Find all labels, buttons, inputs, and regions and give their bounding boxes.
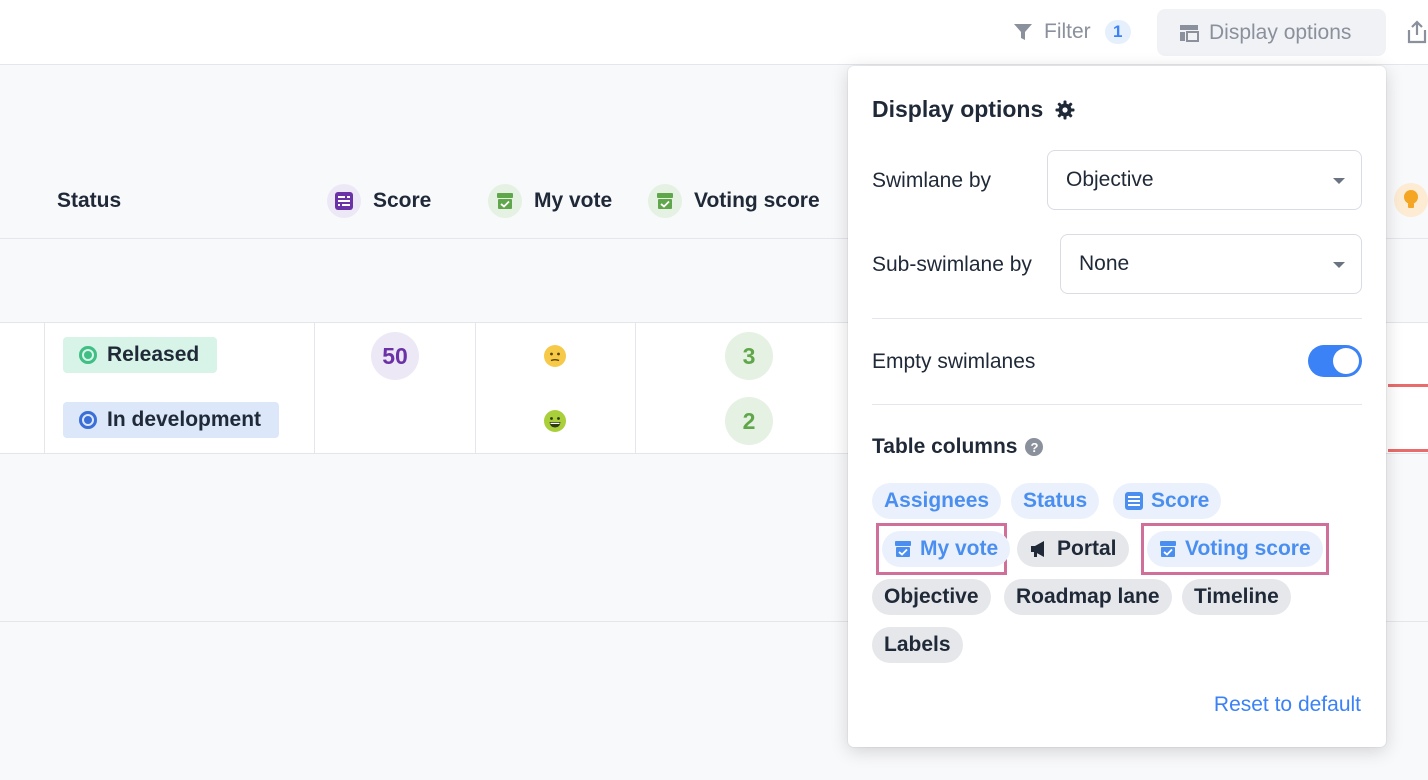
grinning-face-icon bbox=[544, 410, 566, 432]
chip-voting-score[interactable]: Voting score bbox=[1147, 531, 1323, 567]
chip-assignees[interactable]: Assignees bbox=[872, 483, 1002, 519]
share-button[interactable] bbox=[1406, 18, 1428, 46]
filter-label: Filter bbox=[1044, 20, 1091, 43]
cell-divider bbox=[635, 323, 636, 388]
divider bbox=[872, 318, 1362, 319]
sub-swimlane-by-value: None bbox=[1079, 252, 1130, 275]
status-badge[interactable]: In development bbox=[63, 402, 280, 438]
column-header-my-vote[interactable]: My vote bbox=[488, 181, 612, 221]
chip-labels[interactable]: Labels bbox=[872, 627, 963, 663]
chip-label: Labels bbox=[884, 633, 951, 656]
chip-label: Portal bbox=[1057, 537, 1117, 560]
status-in-development-icon bbox=[79, 411, 97, 429]
empty-swimlanes-toggle[interactable] bbox=[1308, 345, 1362, 377]
layout-icon bbox=[1180, 24, 1199, 42]
chip-portal[interactable]: Portal bbox=[1017, 531, 1129, 567]
chip-label: Timeline bbox=[1194, 585, 1279, 608]
reset-to-default-link[interactable]: Reset to default bbox=[1214, 693, 1361, 717]
cell-divider bbox=[44, 323, 45, 388]
filter-count-badge: 1 bbox=[1104, 20, 1131, 44]
display-options-button[interactable]: Display options bbox=[1157, 9, 1386, 56]
chip-label: Objective bbox=[884, 585, 979, 608]
chip-score[interactable]: Score bbox=[1113, 483, 1222, 519]
display-options-label: Display options bbox=[1209, 20, 1352, 44]
chip-label: My vote bbox=[920, 537, 999, 560]
cell-divider bbox=[635, 388, 636, 453]
table-columns-heading: Table columns ? bbox=[872, 435, 1044, 459]
score-value: 50 bbox=[371, 332, 419, 380]
column-header-my-vote-label: My vote bbox=[534, 189, 613, 212]
sub-swimlane-by-label: Sub-swimlane by bbox=[872, 253, 1032, 276]
display-options-popover: Display options Swimlane by Objective Su… bbox=[848, 66, 1386, 747]
caret-down-icon bbox=[1333, 178, 1345, 184]
status-badge[interactable]: Released bbox=[63, 337, 218, 373]
ballot-icon bbox=[895, 541, 911, 557]
timeline-bar bbox=[1388, 449, 1428, 452]
chip-label: Assignees bbox=[884, 489, 990, 512]
column-header-score[interactable]: Score bbox=[327, 181, 431, 221]
chip-label: Voting score bbox=[1185, 537, 1311, 560]
chip-objective[interactable]: Objective bbox=[872, 579, 991, 615]
status-label: In development bbox=[107, 408, 262, 431]
chip-label: Roadmap lane bbox=[1016, 585, 1160, 608]
top-toolbar: Filter 1 Display options bbox=[0, 0, 1428, 65]
popover-title-label: Display options bbox=[872, 96, 1044, 122]
cell-divider bbox=[314, 323, 315, 388]
chip-timeline[interactable]: Timeline bbox=[1182, 579, 1291, 615]
filter-button[interactable]: Filter 1 bbox=[1012, 12, 1131, 52]
voting-score-value: 3 bbox=[725, 332, 773, 380]
filter-icon bbox=[1014, 24, 1032, 40]
swimlane-by-select[interactable]: Objective bbox=[1047, 150, 1362, 210]
lightbulb-icon bbox=[1394, 183, 1428, 217]
column-header-voting-score[interactable]: Voting score bbox=[648, 181, 820, 221]
chip-label: Status bbox=[1023, 489, 1088, 512]
gear-icon[interactable] bbox=[1055, 100, 1075, 120]
status-label: Released bbox=[107, 343, 200, 366]
share-icon bbox=[1407, 20, 1427, 44]
chip-roadmap-lane[interactable]: Roadmap lane bbox=[1004, 579, 1172, 615]
cell-divider bbox=[44, 388, 45, 453]
swimlane-by-value: Objective bbox=[1066, 168, 1154, 191]
column-header-status[interactable]: Status bbox=[57, 181, 121, 221]
sub-swimlane-by-select[interactable]: None bbox=[1060, 234, 1362, 294]
chip-label: Score bbox=[1151, 489, 1210, 512]
cell-divider bbox=[314, 388, 315, 453]
status-released-icon bbox=[79, 346, 97, 364]
score-icon bbox=[327, 184, 361, 218]
ballot-icon bbox=[648, 184, 682, 218]
voting-score-value: 2 bbox=[725, 397, 773, 445]
column-header-score-label: Score bbox=[373, 189, 432, 212]
table-columns-label: Table columns bbox=[872, 435, 1018, 458]
popover-title: Display options bbox=[872, 96, 1075, 123]
timeline-bar bbox=[1388, 384, 1428, 387]
cell-divider bbox=[475, 388, 476, 453]
neutral-face-icon bbox=[544, 345, 566, 367]
divider bbox=[872, 404, 1362, 405]
swimlane-by-label: Swimlane by bbox=[872, 169, 992, 192]
column-header-voting-score-label: Voting score bbox=[694, 189, 820, 212]
help-icon[interactable]: ? bbox=[1025, 438, 1044, 456]
score-icon bbox=[1125, 492, 1143, 510]
column-header-status-label: Status bbox=[57, 189, 122, 212]
chip-my-vote[interactable]: My vote bbox=[882, 531, 1011, 567]
toggle-knob bbox=[1333, 348, 1359, 374]
caret-down-icon bbox=[1333, 262, 1345, 268]
ballot-icon bbox=[1160, 541, 1176, 557]
ballot-icon bbox=[488, 184, 522, 218]
chip-status[interactable]: Status bbox=[1011, 483, 1100, 519]
cell-divider bbox=[475, 323, 476, 388]
empty-swimlanes-label: Empty swimlanes bbox=[872, 350, 1036, 373]
megaphone-icon bbox=[1031, 541, 1044, 557]
